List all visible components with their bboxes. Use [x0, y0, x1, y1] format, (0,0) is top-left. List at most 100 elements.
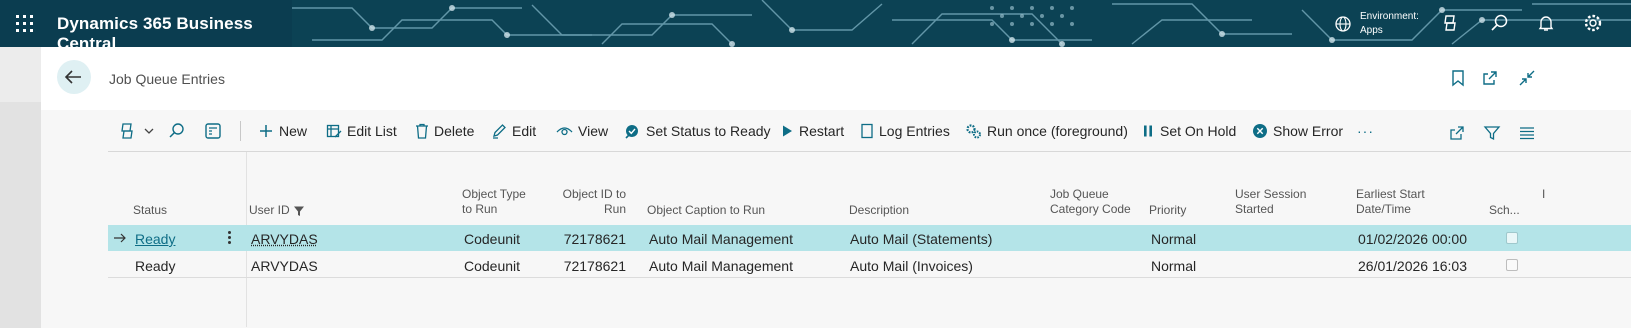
copilot-icon: [121, 123, 133, 139]
col-header-description[interactable]: Description: [849, 203, 909, 218]
col-header-earliest-line2: Date/Time: [1356, 202, 1411, 216]
chevron-down-icon: [144, 128, 154, 134]
eye-icon: [556, 127, 573, 136]
col-header-user-id[interactable]: User ID: [249, 203, 305, 218]
arrow-left-icon: [64, 70, 81, 84]
column-filter-icon: [293, 206, 304, 216]
new-button-label: New: [279, 123, 308, 139]
col-header-earliest-start[interactable]: Earliest Start Date/Time: [1356, 187, 1425, 217]
show-error-button[interactable]: Show Error: [1252, 119, 1343, 143]
notification-bell-icon[interactable]: [1536, 13, 1556, 33]
set-on-hold-button[interactable]: Set On Hold: [1141, 119, 1236, 143]
search-icon[interactable]: [1490, 13, 1510, 33]
pause-icon: [1144, 125, 1152, 137]
cell-earliest-start: 26/01/2026 16:03: [1358, 258, 1467, 274]
run-once-foreground-button[interactable]: Run once (foreground): [965, 119, 1128, 143]
log-entries-button[interactable]: Log Entries: [860, 119, 950, 143]
run-once-foreground-label: Run once (foreground): [987, 123, 1128, 139]
new-button[interactable]: New: [258, 119, 307, 143]
action-bar-divider: [240, 121, 241, 141]
view-button-label: View: [578, 123, 609, 139]
plus-icon: [260, 125, 272, 137]
cell-status[interactable]: Ready: [135, 258, 175, 274]
set-ready-icon: [625, 124, 638, 139]
restart-button[interactable]: Restart: [780, 119, 844, 143]
cell-object-id: 72178621: [563, 258, 626, 274]
table-row[interactable]: Ready ARVYDAS Codeunit 72178621 Auto Mai…: [108, 225, 1631, 251]
delete-button[interactable]: Delete: [415, 119, 474, 143]
delete-button-label: Delete: [434, 123, 475, 139]
cell-priority: Normal: [1151, 231, 1197, 247]
cell-object-type: Codeunit: [464, 258, 521, 274]
edit-button-label: Edit: [512, 123, 537, 139]
set-status-to-ready-label: Set Status to Ready: [646, 123, 771, 139]
col-header-session-line1: User Session: [1235, 187, 1307, 201]
col-header-next-partial[interactable]: I: [1542, 187, 1545, 202]
col-header-user-id-label: User ID: [249, 203, 290, 217]
list-view-icon[interactable]: [1518, 121, 1536, 145]
left-background-strip: [0, 47, 41, 328]
cell-description: Auto Mail (Invoices): [850, 258, 973, 274]
cell-object-type: Codeunit: [464, 231, 521, 247]
copilot-menu-button[interactable]: [118, 119, 155, 143]
cell-earliest-start: 01/02/2026 00:00: [1358, 231, 1467, 247]
run-once-gears-icon: [966, 123, 981, 138]
cell-user-id[interactable]: ARVYDAS: [251, 231, 318, 247]
search-icon: [169, 123, 184, 138]
trash-icon: [416, 123, 428, 139]
col-header-scheduled[interactable]: Sch...: [1489, 203, 1520, 218]
settings-gear-icon[interactable]: [1583, 13, 1603, 33]
environment-icon[interactable]: [1334, 15, 1352, 33]
set-status-to-ready-button[interactable]: Set Status to Ready: [624, 119, 771, 143]
back-button[interactable]: [57, 60, 91, 94]
cell-object-id: 72178621: [563, 231, 626, 247]
col-header-category-code[interactable]: Job Queue Category Code: [1050, 187, 1131, 217]
col-header-object-id-line1: Object ID to: [562, 187, 626, 201]
app-bar: Dynamics 365 Business Central Environmen…: [0, 0, 1631, 47]
circuit-banner-image: [292, 0, 1631, 47]
environment-switcher[interactable]: Environment: Apps: [1360, 10, 1419, 38]
col-header-object-id[interactable]: Object ID to Run: [546, 187, 626, 217]
edit-list-button[interactable]: Edit List: [326, 119, 397, 143]
col-header-earliest-line1: Earliest Start: [1356, 187, 1425, 201]
col-header-object-caption[interactable]: Object Caption to Run: [647, 203, 765, 218]
share-icon[interactable]: [1448, 121, 1466, 145]
page-title: Job Queue Entries: [109, 71, 225, 87]
page-header: Job Queue Entries: [41, 47, 1631, 110]
cell-user-id[interactable]: ARVYDAS: [251, 258, 318, 274]
analysis-mode-button[interactable]: [204, 119, 222, 143]
col-header-object-id-line2: Run: [603, 202, 626, 216]
col-header-user-session-started[interactable]: User Session Started: [1235, 187, 1306, 217]
search-button[interactable]: [168, 119, 186, 143]
bookmark-icon[interactable]: [1449, 69, 1467, 87]
play-icon: [783, 125, 792, 137]
copilot-icon[interactable]: [1440, 13, 1460, 33]
table-row[interactable]: Ready ARVYDAS Codeunit 72178621 Auto Mai…: [108, 252, 1631, 278]
product-name[interactable]: Dynamics 365 Business Central: [57, 14, 292, 47]
restart-button-label: Restart: [799, 123, 845, 139]
open-in-new-window-icon[interactable]: [1481, 69, 1499, 87]
col-header-priority[interactable]: Priority: [1149, 203, 1186, 218]
col-header-status[interactable]: Status: [133, 203, 167, 218]
col-header-object-type[interactable]: Object Type to Run: [462, 187, 526, 217]
row-actions-icon[interactable]: [226, 229, 232, 247]
error-x-circle-icon: [1253, 124, 1267, 138]
pencil-icon: [493, 124, 506, 139]
filter-icon[interactable]: [1483, 121, 1501, 145]
environment-label: Environment:: [1360, 11, 1419, 22]
edit-button[interactable]: Edit: [491, 119, 536, 143]
waffle-icon[interactable]: [16, 15, 33, 32]
view-button[interactable]: View: [556, 119, 608, 143]
cell-status[interactable]: Ready: [135, 231, 175, 247]
more-options-button[interactable]: ···: [1357, 119, 1374, 143]
cell-scheduled-checkbox[interactable]: [1506, 259, 1518, 271]
brand-area: Dynamics 365 Business Central: [0, 0, 292, 47]
current-row-arrow-icon: [114, 233, 126, 243]
collapse-icon[interactable]: [1518, 69, 1536, 87]
cell-description: Auto Mail (Statements): [850, 231, 993, 247]
set-on-hold-label: Set On Hold: [1160, 123, 1237, 139]
environment-value: Apps: [1360, 25, 1383, 36]
cell-object-caption: Auto Mail Management: [649, 231, 793, 247]
cell-scheduled-checkbox[interactable]: [1506, 232, 1518, 244]
cell-object-caption: Auto Mail Management: [649, 258, 793, 274]
